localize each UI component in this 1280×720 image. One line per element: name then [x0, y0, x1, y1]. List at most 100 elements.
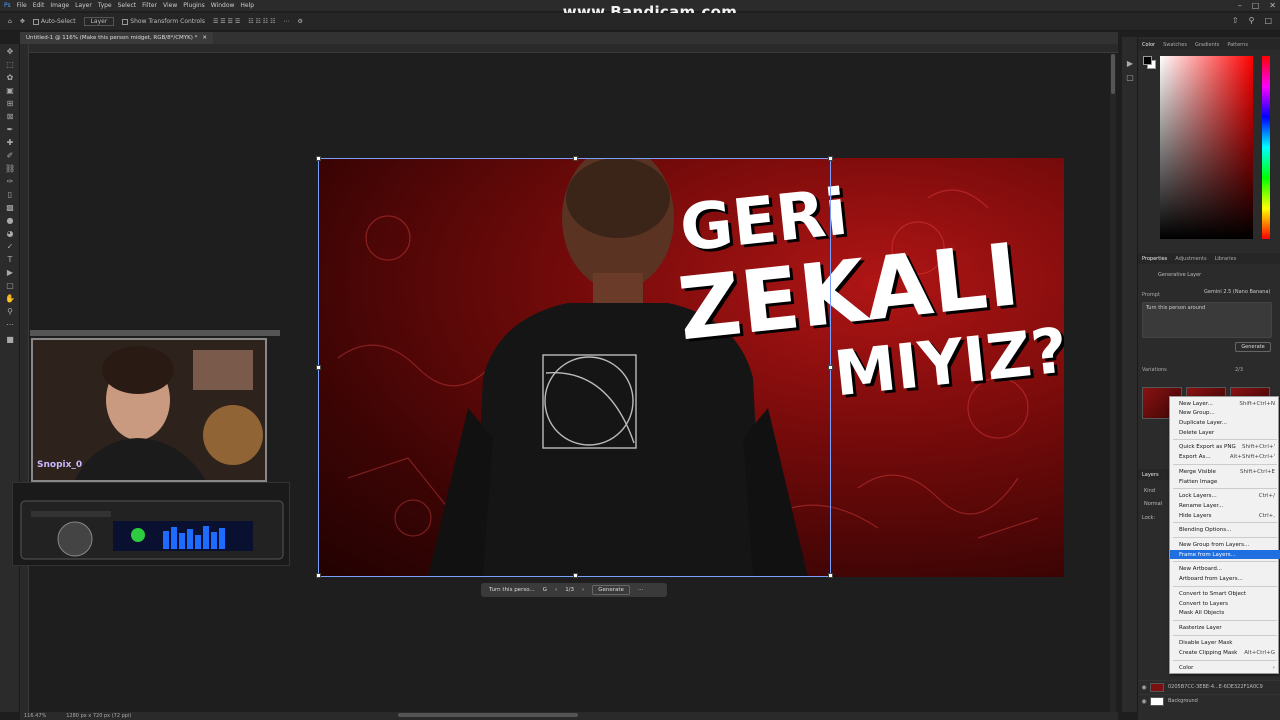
marquee-tool-icon[interactable]: ⬚: [5, 60, 15, 70]
play-icon[interactable]: ▶: [1125, 59, 1135, 69]
transform-handle[interactable]: [828, 573, 833, 578]
zoom-level[interactable]: 116.47%: [24, 713, 46, 719]
close-icon[interactable]: ✕: [1269, 1, 1276, 10]
tab-adjustments[interactable]: Adjustments: [1175, 256, 1206, 262]
context-menu-item[interactable]: Convert to Layers: [1170, 599, 1280, 608]
transform-handle[interactable]: [573, 156, 578, 161]
vertical-scrollbar[interactable]: [1110, 54, 1116, 712]
prompt-textarea[interactable]: Turn this person around: [1142, 302, 1272, 338]
crop-tool-icon[interactable]: ⊞: [5, 99, 15, 109]
transform-handle[interactable]: [316, 156, 321, 161]
prev-variation-icon[interactable]: ‹: [555, 587, 557, 593]
context-menu-item[interactable]: New Group from Layers...: [1170, 540, 1280, 549]
dodge-tool-icon[interactable]: ◕: [5, 229, 15, 239]
foreground-background-icon[interactable]: ■: [5, 335, 15, 345]
move-tool-icon[interactable]: ✥: [5, 47, 15, 57]
prompt-field[interactable]: Turn this perso...: [489, 587, 535, 593]
hand-tool-icon[interactable]: ✋: [5, 294, 15, 304]
context-menu-item[interactable]: Lock Layers... Ctrl+/: [1170, 491, 1280, 500]
transform-handle[interactable]: [573, 573, 578, 578]
healing-tool-icon[interactable]: ✚: [5, 138, 15, 148]
zoom-tool-icon[interactable]: ⚲: [5, 307, 15, 317]
context-menu-item[interactable]: Delete Layer: [1170, 428, 1280, 437]
transform-handle[interactable]: [316, 573, 321, 578]
share-icon[interactable]: ⇧: [1232, 16, 1239, 25]
context-menu-item[interactable]: Disable Layer Mask: [1170, 638, 1280, 647]
gradient-tool-icon[interactable]: ▩: [5, 203, 15, 213]
more-tools-icon[interactable]: ⋯: [5, 320, 15, 330]
frame-tool-icon[interactable]: ⊠: [5, 112, 15, 122]
transform-handle[interactable]: [828, 365, 833, 370]
transform-controls-checkbox[interactable]: Show Transform Controls: [122, 18, 205, 25]
next-variation-icon[interactable]: ›: [582, 587, 584, 593]
home-icon[interactable]: ⌂: [8, 18, 12, 25]
lasso-tool-icon[interactable]: ✿: [5, 73, 15, 83]
eye-icon[interactable]: ◉: [1138, 684, 1150, 691]
tab-libraries[interactable]: Libraries: [1215, 256, 1237, 262]
foreground-color-swatch[interactable]: [1143, 56, 1152, 65]
context-menu-item[interactable]: Convert to Smart Object: [1170, 589, 1280, 598]
eyedropper-tool-icon[interactable]: ✒: [5, 125, 15, 135]
close-tab-icon[interactable]: ✕: [202, 35, 207, 41]
tab-patterns[interactable]: Patterns: [1227, 42, 1248, 48]
settings-icon[interactable]: ⚙: [297, 18, 302, 25]
color-picker-field[interactable]: [1160, 56, 1253, 239]
tab-gradients[interactable]: Gradients: [1195, 42, 1219, 48]
stamp-tool-icon[interactable]: ⛓: [5, 164, 15, 174]
layer-filter-kind[interactable]: Kind: [1144, 488, 1155, 494]
history-icon[interactable]: ▢: [1125, 73, 1135, 83]
more-icon[interactable]: ⋯: [638, 587, 644, 593]
eraser-tool-icon[interactable]: ▯: [5, 190, 15, 200]
context-menu-item[interactable]: Export As... Alt+Shift+Ctrl+': [1170, 452, 1280, 461]
blur-tool-icon[interactable]: ●: [5, 216, 15, 226]
context-menu-item[interactable]: Quick Export as PNG Shift+Ctrl+': [1170, 442, 1280, 451]
model-selector[interactable]: Gemini 2.5 (Nano Banana): [1204, 289, 1270, 295]
context-menu-item[interactable]: Frame from Layers...: [1170, 550, 1280, 559]
tab-color[interactable]: Color: [1142, 42, 1155, 48]
horizontal-scrollbar[interactable]: [398, 713, 578, 717]
context-menu-item[interactable]: Merge Visible Shift+Ctrl+E: [1170, 467, 1280, 476]
layer-row[interactable]: ◉ 0205B7CC-3EBE-4...E-6DE322F1A0C9: [1138, 680, 1280, 693]
maximize-icon[interactable]: □: [1252, 1, 1260, 10]
vertical-scroll-thumb[interactable]: [1111, 54, 1115, 94]
eye-icon[interactable]: ◉: [1138, 698, 1150, 705]
context-menu-item[interactable]: New Group...: [1170, 408, 1280, 417]
layer-select[interactable]: Layer: [83, 17, 115, 26]
properties-generate-button[interactable]: Generate: [1235, 342, 1271, 352]
context-menu-item[interactable]: Blending Options...: [1170, 525, 1280, 534]
hue-slider[interactable]: [1262, 56, 1270, 239]
transform-handle[interactable]: [316, 365, 321, 370]
context-menu-item[interactable]: Artboard from Layers...: [1170, 574, 1280, 583]
align-icons[interactable]: ☰ ☰ ☰ ☰: [213, 18, 240, 25]
gemini-icon[interactable]: G: [543, 587, 547, 593]
context-menu-item[interactable]: Flatten Image: [1170, 477, 1280, 486]
workspace-icon[interactable]: □: [1264, 16, 1272, 25]
history-brush-tool-icon[interactable]: ✑: [5, 177, 15, 187]
context-menu-item[interactable]: New Layer... Shift+Ctrl+N: [1170, 399, 1280, 408]
document-tab[interactable]: Untitled-1 @ 116% (Make this person midg…: [20, 32, 213, 44]
context-menu-item[interactable]: Create Clipping Mask Alt+Ctrl+G: [1170, 648, 1280, 657]
object-select-tool-icon[interactable]: ▣: [5, 86, 15, 96]
context-menu-item[interactable]: Rasterize Layer: [1170, 623, 1280, 632]
auto-select-checkbox[interactable]: Auto-Select: [32, 18, 76, 25]
pen-tool-icon[interactable]: ✓: [5, 242, 15, 252]
context-menu-item[interactable]: Duplicate Layer...: [1170, 418, 1280, 427]
more-options-icon[interactable]: ⋯: [283, 18, 289, 25]
type-tool-icon[interactable]: T: [5, 255, 15, 265]
context-menu-item[interactable]: Mask All Objects: [1170, 608, 1280, 617]
context-menu-item[interactable]: Color ›: [1170, 663, 1280, 672]
move-tool-icon[interactable]: ✥: [20, 18, 25, 25]
shape-tool-icon[interactable]: ▢: [5, 281, 15, 291]
transform-handle[interactable]: [828, 156, 833, 161]
selection-bounding-box[interactable]: [316, 156, 833, 578]
minimize-icon[interactable]: –: [1238, 1, 1242, 10]
blend-mode-select[interactable]: Normal: [1144, 501, 1162, 507]
generate-button[interactable]: Generate: [592, 585, 630, 595]
distribute-icons[interactable]: ☷ ☷ ☷ ☷: [248, 18, 275, 25]
context-menu-item[interactable]: New Artboard...: [1170, 564, 1280, 573]
context-menu-item[interactable]: Hide Layers Ctrl+,: [1170, 511, 1280, 520]
tab-layers[interactable]: Layers: [1142, 472, 1159, 478]
search-icon[interactable]: ⚲: [1249, 16, 1255, 25]
tab-properties[interactable]: Properties: [1142, 256, 1167, 262]
path-select-tool-icon[interactable]: ▶: [5, 268, 15, 278]
